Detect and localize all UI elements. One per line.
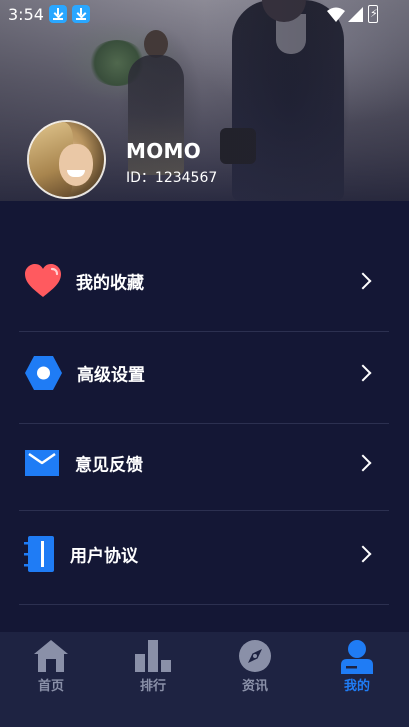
envelope-icon: [25, 450, 59, 476]
nav-tab-label: 首页: [37, 679, 64, 694]
menu-item-label: 意见反馈: [75, 455, 143, 476]
battery-charging-icon: ⚡: [368, 5, 378, 23]
status-bar: 3:54 ⚡: [0, 0, 409, 30]
avatar[interactable]: [27, 120, 106, 199]
nav-tab-label: 排行: [139, 679, 166, 694]
menu-item-user-agreement[interactable]: 用户协议: [0, 509, 409, 599]
bottom-nav: 首页 排行 资讯 我的: [0, 632, 409, 727]
menu-item-favorites[interactable]: 我的收藏: [0, 236, 409, 326]
menu-item-advanced-settings[interactable]: 高级设置: [0, 328, 409, 418]
nav-tab-home[interactable]: 首页: [0, 632, 102, 727]
menu-item-label: 高级设置: [77, 365, 145, 386]
avatar-face: [59, 144, 93, 186]
nav-tab-news[interactable]: 资讯: [204, 632, 306, 727]
user-icon: [341, 640, 373, 674]
nav-tab-mine[interactable]: 我的: [306, 632, 408, 727]
user-id: ID：1234567: [126, 170, 218, 186]
wifi-icon: [327, 7, 345, 22]
compass-icon: [239, 640, 271, 672]
chevron-right-icon: [354, 545, 372, 563]
chevron-right-icon: [354, 454, 372, 472]
menu-item-label: 我的收藏: [76, 273, 144, 294]
ranking-bars-icon: [135, 640, 171, 672]
username: MOMO: [126, 139, 202, 163]
nav-tab-label: 我的: [343, 679, 370, 694]
divider: [19, 604, 389, 605]
download-icon: [49, 5, 67, 23]
notebook-icon: [24, 536, 54, 572]
signal-icon: [348, 7, 363, 22]
settings-hexagon-icon: [25, 356, 62, 390]
profile-header: MOMO ID：1234567 3:54 ⚡: [0, 0, 409, 201]
menu-item-feedback[interactable]: 意见反馈: [0, 418, 409, 508]
heart-icon: [25, 264, 61, 297]
chevron-right-icon: [354, 364, 372, 382]
chevron-right-icon: [354, 272, 372, 290]
nav-tab-label: 资讯: [241, 679, 268, 694]
home-icon: [34, 640, 68, 672]
menu-item-label: 用户协议: [70, 546, 138, 567]
status-time: 3:54: [8, 5, 44, 24]
download-icon: [72, 5, 90, 23]
nav-tab-ranking[interactable]: 排行: [102, 632, 204, 727]
